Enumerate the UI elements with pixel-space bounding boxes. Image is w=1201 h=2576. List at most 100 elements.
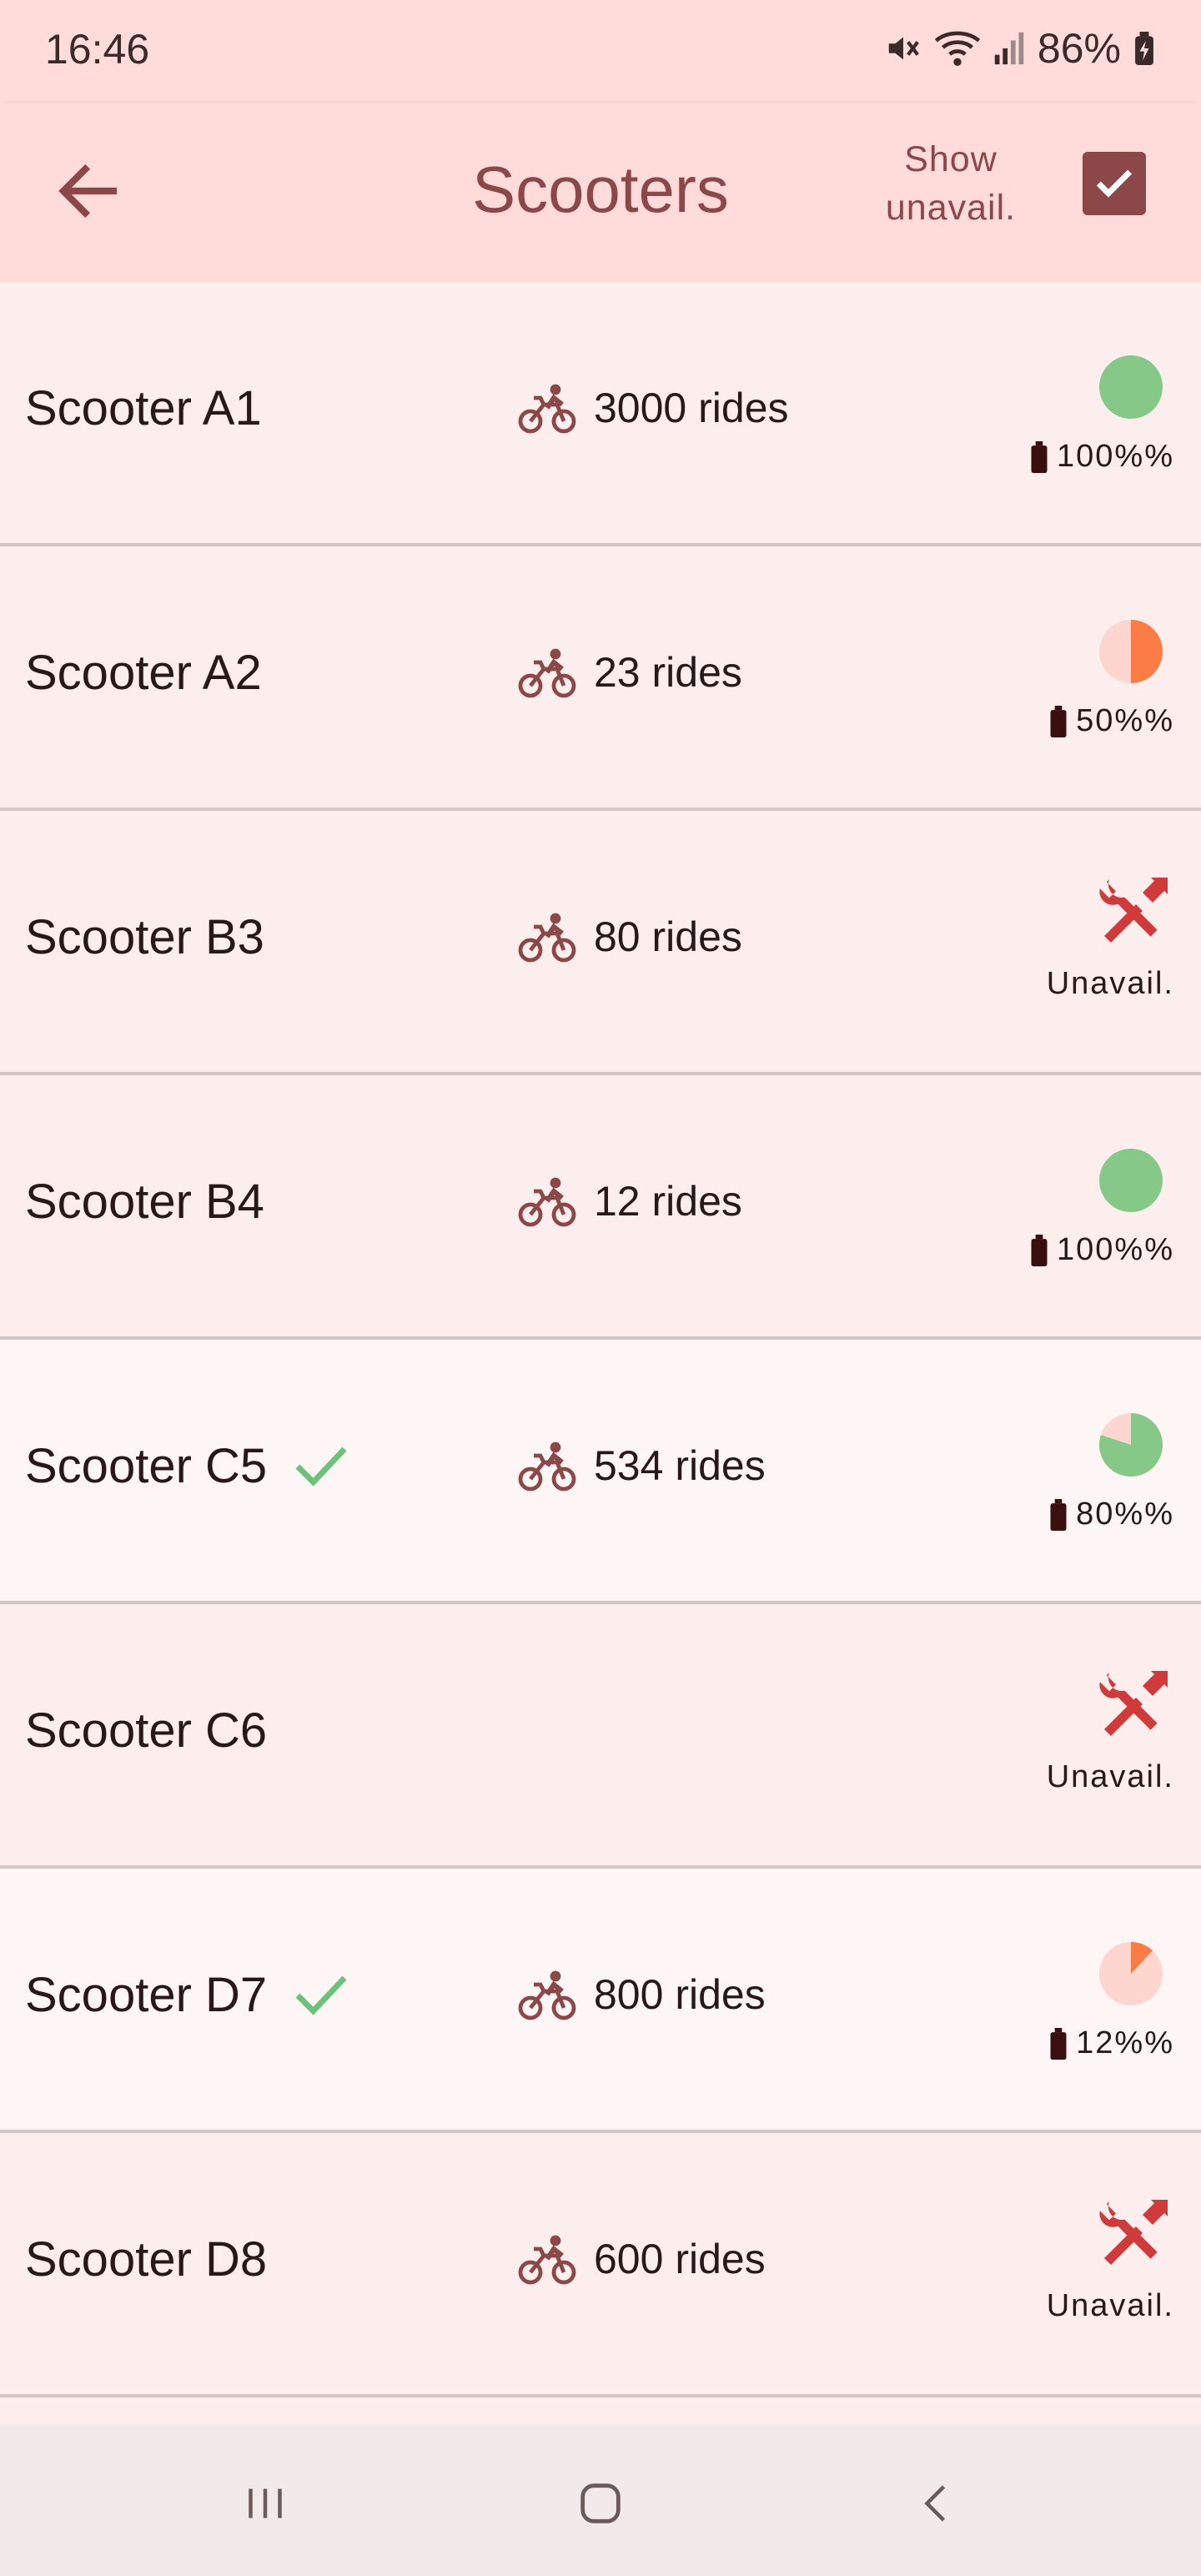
battery-icon [1050, 1498, 1067, 1531]
scooter-name-label: Scooter A1 [25, 381, 262, 435]
battery-level-pie [1099, 1942, 1163, 2005]
rides-label: 800 rides [594, 1971, 766, 2018]
scooter-name-label: Scooter D8 [25, 2232, 268, 2287]
bicycle-icon [518, 1970, 576, 2020]
scooter-name-label: Scooter B3 [25, 910, 264, 964]
battery-level: 50%% [1049, 703, 1174, 739]
bicycle-icon [518, 384, 576, 434]
rides-label: 12 rides [594, 1178, 742, 1225]
scooter-name: Scooter B4 [25, 1174, 264, 1230]
battery-icon [1031, 1234, 1048, 1266]
rides-count: 23 rides [517, 645, 742, 700]
scooter-name-label: Scooter B4 [25, 1175, 264, 1229]
rides-count: 534 rides [517, 1438, 766, 1493]
battery-percent: 50%% [1076, 703, 1174, 738]
wifi-icon [934, 31, 981, 66]
battery-level: 12%% [1049, 2025, 1174, 2061]
list-item[interactable]: Scooter D8 600 rides Unavail. [0, 2133, 1201, 2397]
scooter-status: 12%% [974, 1869, 1174, 2133]
tools-icon [1099, 2200, 1168, 2265]
list-item[interactable]: Scooter A2 23 rides 50%% [0, 546, 1201, 811]
recent-apps-button[interactable] [224, 2466, 307, 2541]
battery-percent: 100%% [1057, 439, 1174, 474]
show-unavailable-label: Show unavail. [867, 135, 1034, 232]
scooter-status: 50%% [974, 546, 1174, 811]
scooter-status: 80%% [974, 1340, 1174, 1604]
selected-check-icon [295, 1975, 347, 2015]
bicycle-icon [518, 648, 576, 698]
scooter-name: Scooter A2 [25, 645, 262, 701]
scooter-list: Scooter A1 3000 rides 100%% Scooter A2 2… [0, 282, 1201, 2397]
unavailable-label: Unavail. [1046, 966, 1174, 1001]
home-button[interactable] [559, 2466, 642, 2541]
show-unavailable-label-line1: Show [904, 139, 997, 179]
status-time: 16:46 [45, 26, 150, 73]
rides-label: 534 rides [594, 1442, 766, 1489]
status-bar: 16:46 86% [0, 0, 1201, 103]
nav-back-icon [924, 2485, 946, 2522]
battery-percent: 80%% [1076, 1497, 1174, 1532]
rides-label: 600 rides [594, 2236, 766, 2282]
scooter-name-label: Scooter D7 [25, 1968, 268, 2022]
recent-apps-icon [249, 2488, 282, 2518]
scooter-status: Unavail. [974, 811, 1174, 1075]
list-item[interactable]: Scooter C6 Unavail. [0, 1604, 1201, 1869]
list-item[interactable]: Scooter A1 3000 rides 100%% [0, 282, 1201, 546]
scooter-status: Unavail. [974, 1604, 1174, 1869]
home-icon [580, 2483, 621, 2523]
back-button[interactable] [47, 149, 130, 233]
show-unavailable-checkbox[interactable] [1083, 152, 1146, 215]
battery-level-pie [1099, 355, 1163, 419]
battery-level: 100%% [1030, 1232, 1174, 1268]
rides-label: 3000 rides [594, 385, 789, 431]
navigation-bar [0, 2424, 1201, 2576]
scooter-name: Scooter D7 [25, 1967, 350, 2023]
battery-icon [1031, 440, 1048, 473]
battery-percent: 100%% [1057, 1232, 1174, 1267]
tools-icon [1099, 878, 1168, 943]
scooter-name-label: Scooter A2 [25, 646, 262, 700]
list-item[interactable]: Scooter B4 12 rides 100%% [0, 1075, 1201, 1340]
rides-label: 80 rides [594, 913, 742, 960]
battery-icon [1050, 2027, 1067, 2060]
status-battery-percent: 86% [1037, 25, 1121, 72]
battery-icon [1050, 705, 1067, 737]
rides-label: 23 rides [594, 649, 742, 696]
nav-back-button[interactable] [896, 2466, 979, 2541]
scooter-name: Scooter B3 [25, 909, 264, 965]
battery-level: 100%% [1030, 439, 1174, 475]
scooter-name: Scooter A1 [25, 380, 262, 436]
checkmark-icon [1096, 169, 1133, 198]
battery-level-pie [1099, 620, 1163, 683]
scooter-status: 100%% [974, 282, 1174, 546]
list-item[interactable]: Scooter B3 80 rides Unavail. [0, 811, 1201, 1075]
unavailable-label: Unavail. [1046, 2288, 1174, 2323]
list-item[interactable]: Scooter D7 800 rides 12%% [0, 1869, 1201, 2133]
bicycle-icon [518, 1441, 576, 1492]
scooter-status: 100%% [974, 1075, 1174, 1340]
rides-count: 12 rides [517, 1174, 742, 1229]
tools-icon [1099, 1671, 1168, 1736]
status-icons: 86% [884, 23, 1156, 73]
bicycle-icon [518, 1177, 576, 1227]
show-unavailable-label-line2: unavail. [885, 188, 1017, 228]
scooter-name-label: Scooter C6 [25, 1703, 268, 1758]
unavailable-label: Unavail. [1046, 1759, 1174, 1794]
rides-count: 80 rides [517, 909, 742, 964]
bicycle-icon [518, 2235, 576, 2285]
rides-count: 3000 rides [517, 380, 789, 435]
signal-icon [994, 32, 1024, 65]
scooter-name: Scooter C5 [25, 1438, 350, 1494]
scooter-name: Scooter D8 [25, 2231, 267, 2287]
mute-icon [888, 37, 919, 60]
rides-count: 600 rides [517, 2231, 766, 2287]
list-item[interactable]: Scooter C5 534 rides 80%% [0, 1340, 1201, 1604]
battery-level: 80%% [1049, 1497, 1174, 1532]
battery-charging-icon [1135, 32, 1153, 65]
battery-level-pie [1099, 1149, 1163, 1212]
scooter-name-label: Scooter C5 [25, 1439, 268, 1493]
scooter-name: Scooter C6 [25, 1703, 267, 1758]
bicycle-icon [518, 913, 576, 963]
arrow-back-icon [58, 164, 118, 219]
selected-check-icon [295, 1446, 347, 1487]
